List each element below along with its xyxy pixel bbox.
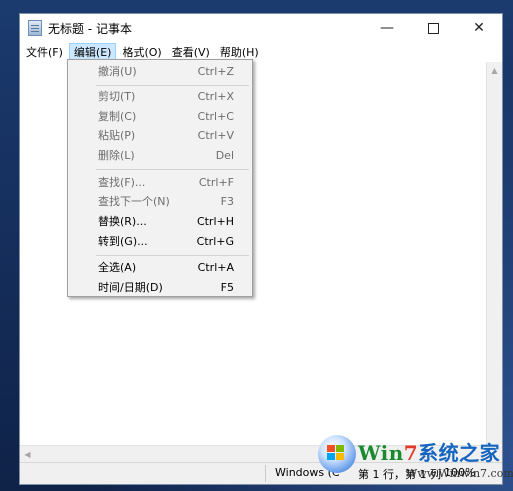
minimize-button[interactable]: — [364,14,410,42]
watermark-url: Www.Winwin7.com [406,467,513,480]
menu-item-label: 时间/日期(D) [98,281,163,294]
menu-item-paste[interactable]: 粘贴(P) Ctrl+V [68,126,252,146]
notepad-app-icon[interactable] [28,20,42,36]
menu-item-goto[interactable]: 转到(G)... Ctrl+G [68,232,252,252]
scroll-up-icon[interactable]: ▲ [487,62,502,78]
menu-item-label: 撤消(U) [98,65,137,78]
minimize-icon: — [380,20,394,36]
menu-item-shortcut: Ctrl+H [196,215,234,228]
watermark-brand-seven: 7 [403,441,419,465]
menu-item-label: 删除(L) [98,149,135,162]
watermark-brand-suffix: 系统之家 [418,441,501,465]
watermark-brand: Win7系统之家 [358,437,500,466]
menu-item-shortcut: Ctrl+X [197,90,234,103]
menu-item-undo[interactable]: 撤消(U) Ctrl+Z [68,62,252,82]
menu-item-shortcut: Ctrl+F [198,176,234,189]
menu-item-find-next[interactable]: 查找下一个(N) F3 [68,192,252,212]
menu-item-shortcut: F5 [220,281,234,294]
close-button[interactable]: ✕ [456,14,502,42]
watermark-brand-prefix: Win [358,441,404,465]
menu-item-delete[interactable]: 删除(L) Del [68,146,252,166]
menu-separator [96,255,249,256]
maximize-icon [427,22,439,34]
menu-item-label: 转到(G)... [98,235,148,248]
menu-item-cut[interactable]: 剪切(T) Ctrl+X [68,87,252,107]
scroll-left-icon[interactable]: ◀ [20,446,35,462]
window-title: 无标题 - 记事本 [48,21,132,36]
menu-item-shortcut: Ctrl+C [197,110,234,123]
edit-menu-dropdown: 撤消(U) Ctrl+Z 剪切(T) Ctrl+X 复制(C) Ctrl+C 粘… [67,59,253,297]
menu-item-label: 查找下一个(N) [98,195,170,208]
menu-item-replace[interactable]: 替换(R)... Ctrl+H [68,212,252,232]
menu-item-shortcut: Del [215,149,234,162]
menu-item-shortcut: Ctrl+A [197,261,234,274]
menu-item-shortcut: Ctrl+G [196,235,234,248]
title-bar[interactable]: 无标题 - 记事本 — ✕ [20,14,502,42]
menu-item-shortcut: F3 [220,195,234,208]
menu-item-label: 替换(R)... [98,215,147,228]
menu-item-shortcut: Ctrl+Z [197,65,234,78]
menu-item-label: 全选(A) [98,261,137,274]
menu-separator [96,85,249,86]
menu-separator [96,169,249,170]
maximize-button[interactable] [410,14,456,42]
menu-item-label: 粘贴(P) [98,129,136,142]
menu-item-shortcut: Ctrl+V [197,129,234,142]
menu-item-label: 复制(C) [98,110,137,123]
status-divider [265,465,266,482]
menu-item-copy[interactable]: 复制(C) Ctrl+C [68,107,252,127]
close-icon: ✕ [473,20,485,36]
site-watermark: Win7系统之家 Www.Winwin7.com [318,433,513,491]
menu-item-label: 查找(F)... [98,176,146,189]
menu-item-time-date[interactable]: 时间/日期(D) F5 [68,278,252,298]
menu-item-label: 剪切(T) [98,90,136,103]
windows-flag-icon [327,445,345,461]
vertical-scrollbar[interactable]: ▲ [486,62,502,445]
menu-file[interactable]: 文件(F) [22,43,67,62]
menu-item-find[interactable]: 查找(F)... Ctrl+F [68,173,252,193]
menu-item-select-all[interactable]: 全选(A) Ctrl+A [68,258,252,278]
windows-logo-icon [318,435,356,473]
